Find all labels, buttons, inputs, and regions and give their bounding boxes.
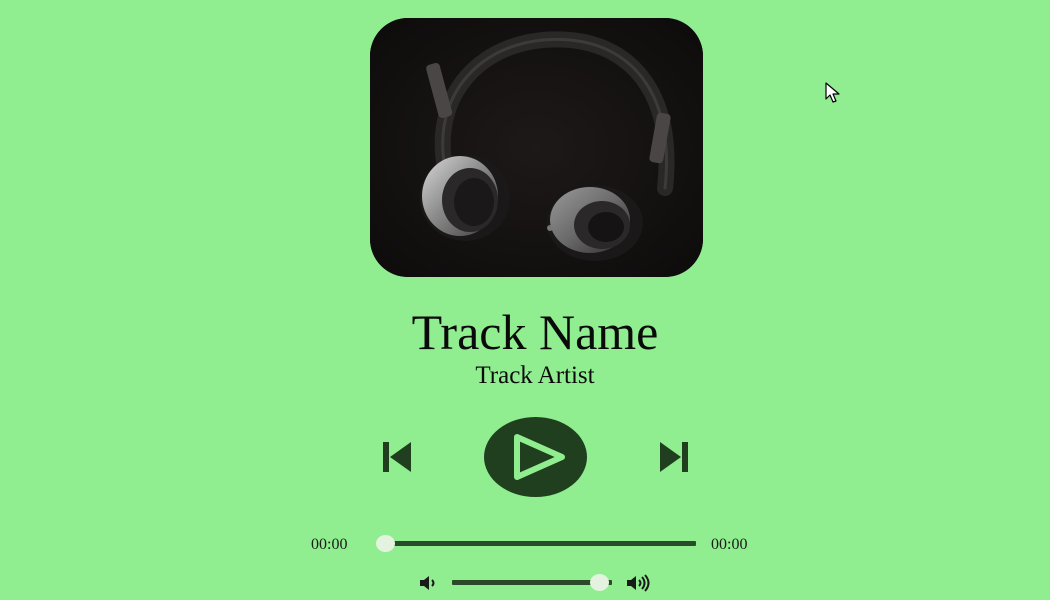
track-name: Track Name [411,304,659,360]
headphones-image [370,18,703,277]
total-duration: 00:00 [711,536,748,553]
mouse-cursor-icon [825,82,843,104]
music-player: Track Name Track Artist 00:00 00:00 [0,0,1050,600]
volume-slider-thumb[interactable] [590,574,609,591]
play-pause-button[interactable] [484,417,587,497]
volume-low-icon[interactable] [419,575,439,591]
skip-previous-icon [383,442,411,472]
skip-next-icon [660,442,688,472]
previous-track-button[interactable] [381,440,413,474]
volume-slider[interactable] [452,580,612,585]
play-icon [514,434,565,480]
current-time: 00:00 [311,536,348,553]
volume-high-icon[interactable] [626,574,652,592]
seek-slider-thumb[interactable] [376,535,395,552]
seek-slider[interactable] [385,541,696,546]
next-track-button[interactable] [660,440,690,474]
album-art [370,18,703,277]
track-artist: Track Artist [475,362,595,389]
